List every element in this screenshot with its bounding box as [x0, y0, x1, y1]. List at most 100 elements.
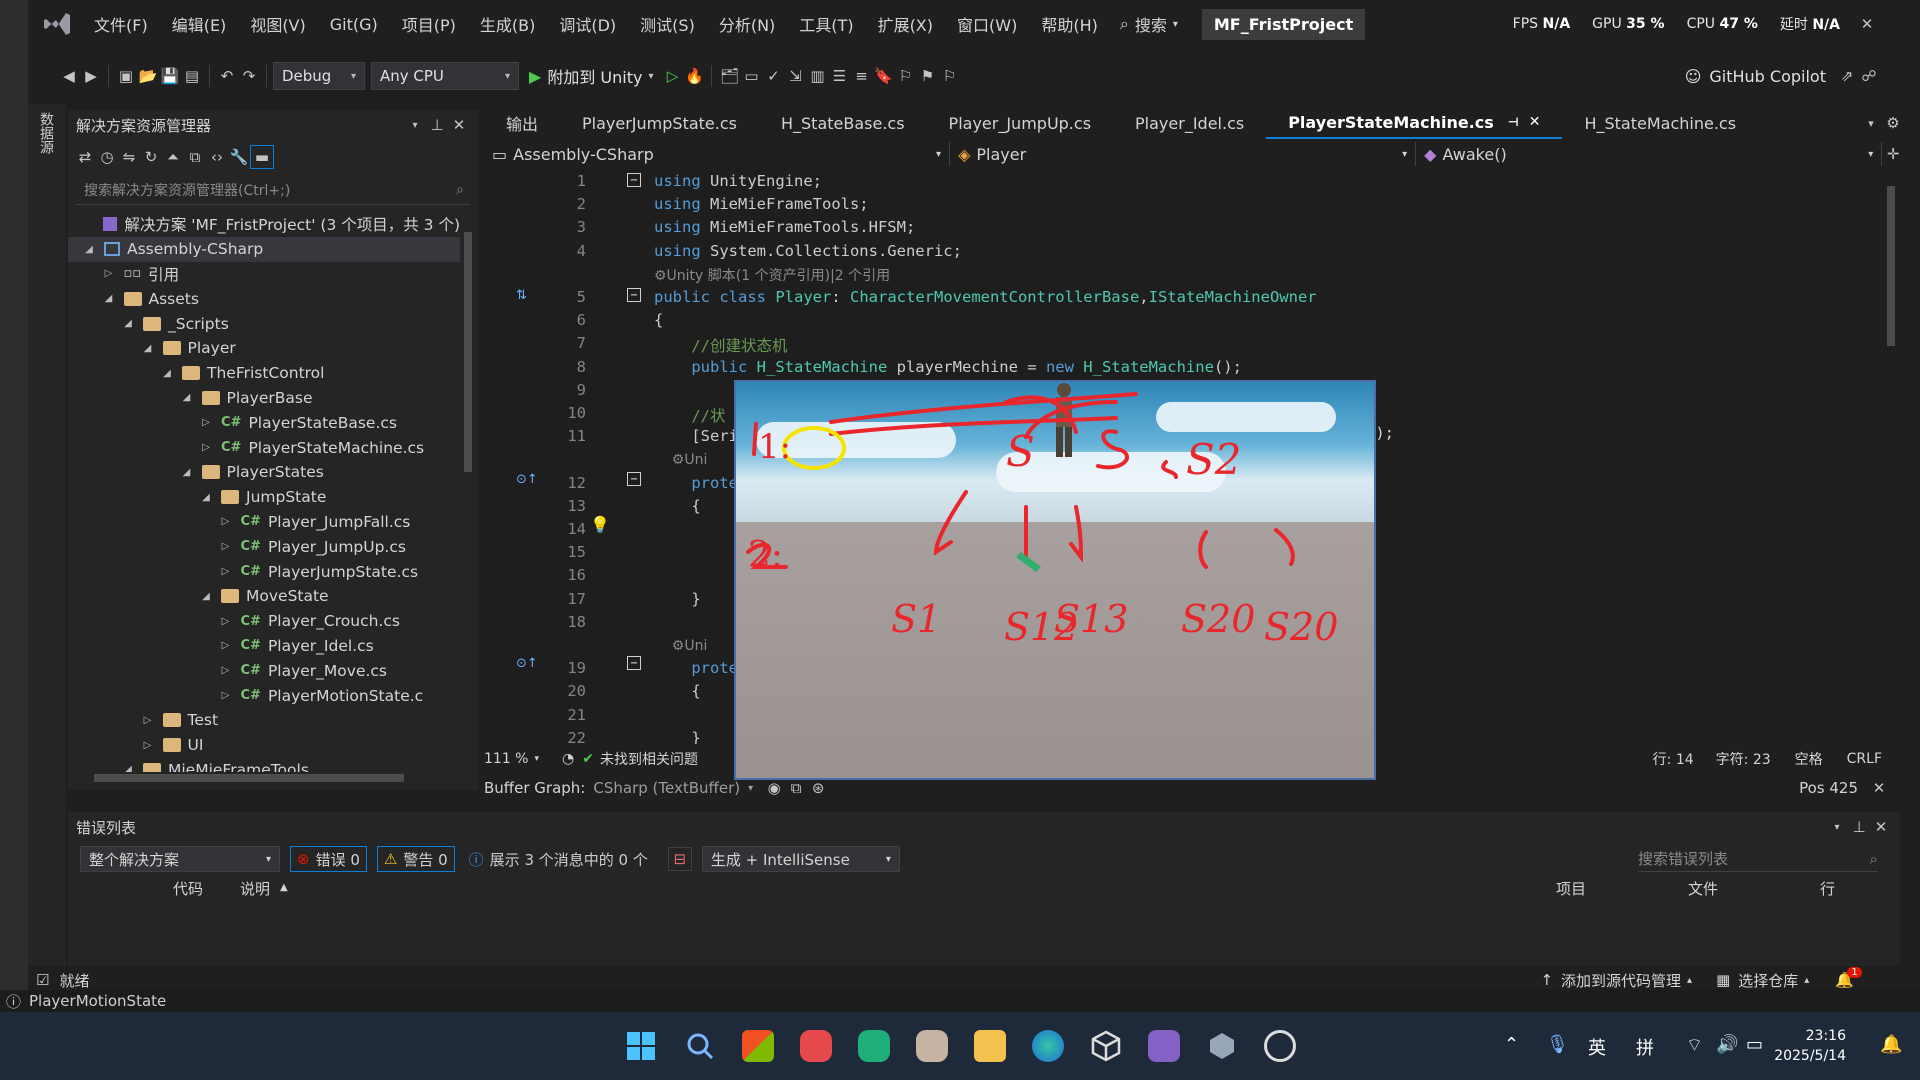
tree-item[interactable]: ◢ Assets	[68, 286, 460, 311]
member-dropdown[interactable]: ◆ Awake() ▾	[1416, 142, 1883, 166]
menu-item[interactable]: 调试(D)	[547, 12, 628, 36]
undo-icon[interactable]: ↶	[216, 65, 238, 87]
zoom-dropdown[interactable]: 111 % ▾	[484, 751, 554, 767]
messages-filter-button[interactable]: ⓘ 展示 3 个消息中的 0 个	[469, 849, 648, 870]
tab-list-dropdown-icon[interactable]: ▾	[1860, 112, 1882, 134]
collapsed-arrow-icon[interactable]: ▷	[199, 442, 213, 453]
tree-item[interactable]: ◢ MoveState	[68, 584, 460, 609]
layout-icon[interactable]: ▭	[740, 65, 762, 87]
tree-item[interactable]: ◢ JumpState	[68, 485, 460, 510]
menu-item[interactable]: 生成(B)	[468, 12, 547, 36]
visual-studio-icon[interactable]	[1148, 1030, 1180, 1062]
start-without-debug-icon[interactable]: ▷	[661, 65, 683, 87]
edge-browser-icon[interactable]	[1032, 1030, 1064, 1062]
file-explorer-icon[interactable]	[974, 1030, 1006, 1062]
override-icon[interactable]: ⊙↑	[516, 472, 538, 487]
redo-icon[interactable]: ↷	[238, 65, 260, 87]
column-project[interactable]: 项目	[1556, 878, 1586, 899]
collapse-toggle[interactable]: −	[627, 656, 641, 670]
tree-item[interactable]: ◢ Assembly-CSharp	[68, 236, 460, 262]
wifi-icon[interactable]: ⌔	[1686, 1034, 1703, 1057]
tree-item[interactable]: ▷ C# Player_Idel.cs	[68, 634, 460, 659]
tree-item[interactable]: ▷ C# PlayerMotionState.c	[68, 683, 460, 708]
sync-icon[interactable]: ⇋	[118, 146, 140, 168]
preview-icon[interactable]: ▬	[250, 145, 274, 169]
indent-icon[interactable]: ☰	[828, 65, 850, 87]
attach-unity-button[interactable]: ▶ 附加到 Unity ▾	[529, 64, 653, 88]
solution-vertical-scrollbar[interactable]	[462, 212, 472, 772]
select-repo-button[interactable]: ▦ 选择仓库 ▴	[1716, 970, 1809, 991]
tray-overflow-icon[interactable]: ⌃	[1504, 1034, 1519, 1055]
save-all-icon[interactable]: ▤	[181, 65, 203, 87]
graph-view-icon[interactable]: ⊛	[807, 777, 829, 799]
collapsed-arrow-icon[interactable]: ▷	[199, 417, 213, 428]
pin-icon[interactable]: ⊥	[1848, 816, 1870, 838]
tree-item[interactable]: ◢ TheFristControl	[68, 361, 460, 386]
tree-item[interactable]: ▷ ▫▫ 引用	[68, 262, 460, 287]
tree-item[interactable]: ◢ Player	[68, 336, 460, 361]
switch-views-icon[interactable]: ⇄	[74, 146, 96, 168]
collapsed-arrow-icon[interactable]: ▷	[219, 665, 233, 676]
project-dropdown[interactable]: ▭ Assembly-CSharp ▾	[484, 142, 951, 166]
tree-item[interactable]: ▷ C# PlayerStateBase.cs	[68, 410, 460, 435]
steam-icon[interactable]	[1264, 1030, 1296, 1062]
tree-item[interactable]: ▷ UI	[68, 733, 460, 758]
menu-item[interactable]: 窗口(W)	[945, 12, 1029, 36]
issues-status[interactable]: 未找到相关问题	[600, 749, 698, 769]
app-grid-icon[interactable]	[742, 1030, 774, 1062]
notification-center-icon[interactable]: 🔔	[1880, 1034, 1902, 1055]
search-icon[interactable]	[684, 1030, 716, 1062]
expanded-arrow-icon[interactable]: ◢	[121, 764, 135, 772]
column-file[interactable]: 文件	[1688, 878, 1718, 899]
add-source-control-button[interactable]: ↑ 添加到源代码管理 ▴	[1540, 970, 1692, 991]
share-icon[interactable]: ⇗	[1836, 65, 1858, 87]
expanded-arrow-icon[interactable]: ◢	[199, 591, 213, 602]
editor-tab[interactable]: 输出	[484, 108, 560, 138]
warnings-filter-button[interactable]: ⚠ 警告 0	[376, 846, 455, 872]
open-folder-icon[interactable]: 📂	[137, 65, 159, 87]
editor-tab[interactable]: PlayerJumpState.cs	[560, 108, 759, 138]
copilot-status-icon[interactable]: ◔	[562, 751, 574, 767]
collapsed-arrow-icon[interactable]: ▷	[141, 715, 155, 726]
collapse-toggle[interactable]: −	[627, 472, 641, 486]
menu-item[interactable]: 分析(N)	[707, 12, 787, 36]
expanded-arrow-icon[interactable]: ◢	[180, 467, 194, 478]
editor-tab[interactable]: Player_JumpUp.cs	[927, 108, 1113, 138]
scrollbar-thumb[interactable]	[94, 774, 404, 782]
green-app-icon[interactable]	[858, 1030, 890, 1062]
collapsed-arrow-icon[interactable]: ▷	[102, 268, 116, 279]
bookmark-clear-icon[interactable]: ⚐	[938, 65, 960, 87]
expanded-arrow-icon[interactable]: ◢	[141, 343, 155, 354]
line-indicator[interactable]: 行: 14	[1653, 749, 1694, 769]
settings-icon[interactable]: ⚙	[1882, 112, 1904, 134]
start-menu-icon[interactable]	[625, 1030, 657, 1062]
chevron-down-icon[interactable]: ▾	[1826, 816, 1848, 838]
collapse-toggle[interactable]: −	[627, 173, 641, 187]
collapsed-arrow-icon[interactable]: ▷	[219, 640, 233, 651]
menu-item[interactable]: 扩展(X)	[866, 12, 945, 36]
collapse-all-icon[interactable]: ⏶	[162, 146, 184, 168]
configuration-select[interactable]: Debug ▾	[273, 62, 365, 90]
ime-mode[interactable]: 拼	[1636, 1034, 1654, 1060]
editor-tab[interactable]: H_StateBase.cs	[759, 108, 927, 138]
hot-reload-icon[interactable]: 🔥	[683, 65, 705, 87]
tree-item[interactable]: ▷ C# Player_JumpUp.cs	[68, 534, 460, 559]
collapsed-arrow-icon[interactable]: ▷	[219, 690, 233, 701]
scope-select[interactable]: 整个解决方案 ▾	[80, 846, 280, 872]
expanded-arrow-icon[interactable]: ◢	[160, 368, 174, 379]
close-icon[interactable]: ✕	[1856, 13, 1878, 35]
expanded-arrow-icon[interactable]: ◢	[121, 318, 135, 329]
solution-search-input[interactable]: 搜索解决方案资源管理器(Ctrl+;) ⌕	[76, 176, 470, 205]
unity-hub-icon[interactable]	[1206, 1030, 1238, 1062]
tree-item[interactable]: ▷ Test	[68, 708, 460, 733]
expanded-arrow-icon[interactable]: ◢	[102, 293, 116, 304]
code-view-icon[interactable]: ‹›	[206, 146, 228, 168]
close-icon[interactable]: ✕	[1529, 114, 1541, 130]
taskbar-clock[interactable]: 23:16 2025/5/14	[1774, 1026, 1846, 1066]
avatar-app-icon[interactable]	[916, 1030, 948, 1062]
column-description[interactable]: 说明	[240, 878, 270, 899]
editor-tab[interactable]: Player_Idel.cs	[1113, 108, 1266, 138]
data-sources-tab[interactable]: 数据源	[36, 112, 56, 154]
graph-icon[interactable]: ◉	[763, 777, 785, 799]
collapsed-arrow-icon[interactable]: ▷	[141, 740, 155, 751]
